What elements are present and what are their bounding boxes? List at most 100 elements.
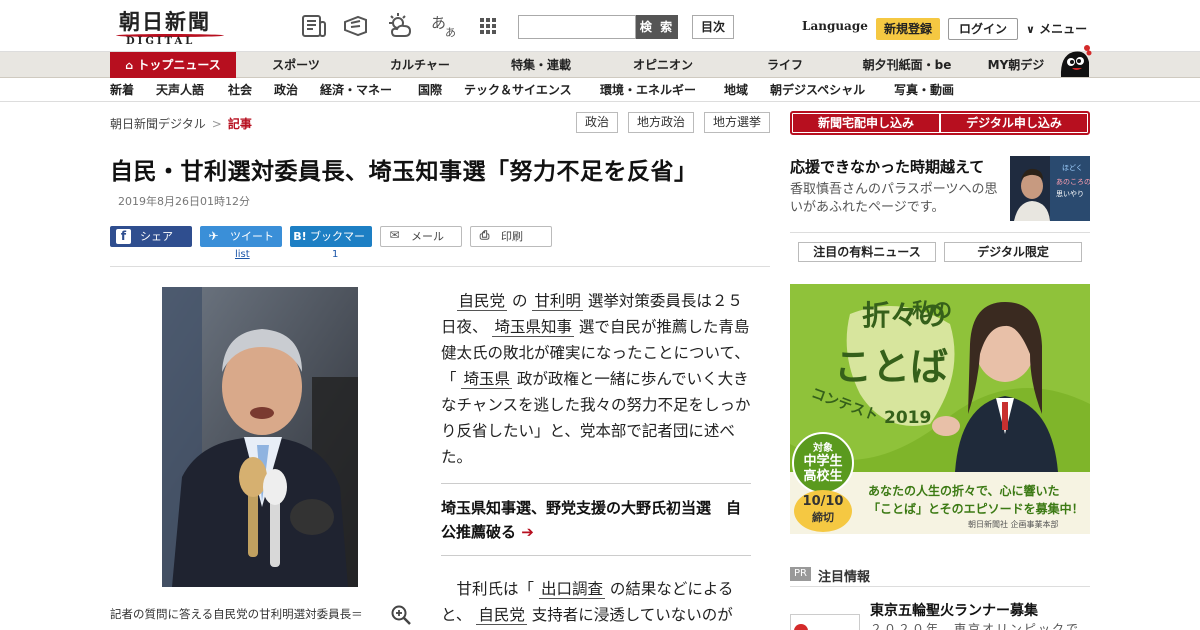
ad-year: 2019 xyxy=(884,408,932,428)
nav-item-paper-be[interactable]: 朝夕刊紙面・be xyxy=(854,52,960,78)
svg-text:あ: あ xyxy=(445,26,456,39)
search-input[interactable] xyxy=(518,15,636,39)
menu-button[interactable]: ∨ メニュー xyxy=(1026,20,1087,37)
subscribe-paper-button[interactable]: 新聞宅配申し込み xyxy=(793,114,939,132)
nav-item-top-news[interactable]: ⌂ トップニュース xyxy=(110,52,236,78)
promo-text[interactable]: 香取慎吾さんのパラスポーツへの思いがあふれたページです。 xyxy=(790,181,1005,217)
breadcrumb-separator: > xyxy=(211,117,222,131)
subnav-item-environment[interactable]: 環境・エネルギー xyxy=(600,78,696,102)
nav-item-features[interactable]: 特集・連載 xyxy=(500,52,582,78)
subnav-item-tensei[interactable]: 天声人語 xyxy=(156,78,204,102)
photo-caption: 記者の質問に答える自民党の甘利明選対委員長＝ xyxy=(110,607,363,621)
ad-deadline-badge: 10/10 締切 xyxy=(794,490,852,532)
ad-sponsor: 朝日新聞社 企画事業本部 xyxy=(968,520,1059,529)
twitter-count-link[interactable]: list xyxy=(235,249,250,260)
subnav-item-photo-video[interactable]: 写真・動画 xyxy=(894,78,954,102)
signup-button[interactable]: 新規登録 xyxy=(876,18,940,40)
facebook-share-button[interactable]: f シェア xyxy=(110,226,192,247)
pr-item-title[interactable]: 東京五輪聖火ランナー募集 xyxy=(870,600,1038,620)
nav-item-culture[interactable]: カルチャー xyxy=(378,52,462,78)
megaphone-icon[interactable] xyxy=(342,12,370,40)
language-link[interactable]: Language xyxy=(802,19,868,33)
tag-local-elections[interactable]: 地方選挙 xyxy=(704,112,770,133)
logo-jp-text: 朝日新聞 xyxy=(119,9,211,34)
pr-item-text[interactable]: ２０２０年、東京オリンピックで xyxy=(870,620,1080,630)
login-button[interactable]: ログイン xyxy=(948,18,1018,40)
promo-image[interactable]: ほどく あのころの 思いやり xyxy=(1010,156,1090,221)
nav-item-opinion[interactable]: オピニオン xyxy=(622,52,704,78)
body-text: 甘利氏は「 xyxy=(456,580,539,598)
newspaper-icon[interactable] xyxy=(300,12,328,40)
promo-title[interactable]: 応援できなかった時期越えて xyxy=(790,156,984,177)
svg-text:思いやり: 思いやり xyxy=(1056,190,1084,198)
subnav-item-politics[interactable]: 政治 xyxy=(274,78,298,102)
subnav-item-economy[interactable]: 経済・マネー xyxy=(320,78,392,102)
subnav-item-society[interactable]: 社会 xyxy=(228,78,252,102)
font-size-icon[interactable]: あ あ xyxy=(430,12,458,40)
mascot-icon xyxy=(1060,45,1092,77)
related-article-title: 埼玉県知事選、野党支援の大野氏初当選 自公推薦破る xyxy=(441,499,742,541)
pr-badge: PR xyxy=(790,567,811,581)
article-paragraph-1: 自民党 の 甘利明 選挙対策委員長は２５日夜、 埼玉県知事 選で自民が推薦した青… xyxy=(441,288,751,470)
contest-ad-banner[interactable]: 私の 折々の ことば コンテスト 2019 対象 中学生 高校生 10/10 締… xyxy=(790,284,1090,534)
article-photo[interactable] xyxy=(162,287,358,587)
keyword-link[interactable]: 自民党 xyxy=(456,292,508,311)
printer-icon: ⎙ xyxy=(479,228,490,242)
site-logo[interactable]: 朝日新聞 DIGITAL xyxy=(110,6,228,48)
search-button[interactable]: 検 索 xyxy=(636,15,678,39)
politician-photo-illustration xyxy=(162,287,358,587)
hatena-count: 1 xyxy=(332,249,339,260)
ad-target-2: 高校生 xyxy=(803,469,843,484)
hatena-b-icon: B! xyxy=(293,230,307,243)
share-label: 印刷 xyxy=(501,230,523,243)
grid-menu-icon[interactable] xyxy=(474,12,502,40)
sub-nav: 新着 天声人語 社会 政治 経済・マネー 国際 テック＆サイエンス 環境・エネル… xyxy=(0,78,1200,102)
breadcrumb-home[interactable]: 朝日新聞デジタル xyxy=(110,117,206,131)
subnav-item-tech[interactable]: テック＆サイエンス xyxy=(464,78,572,102)
pr-divider xyxy=(790,586,1090,587)
article-paragraph-2: 甘利氏は「 出口調査 の結果などによると、 自民党 支持者に浸透していないのが xyxy=(441,576,751,628)
keyword-link[interactable]: 自民党 xyxy=(476,606,527,625)
ad-target-1: 中学生 xyxy=(803,454,843,469)
svg-text:ほどく: ほどく xyxy=(1062,164,1083,172)
promo-photo-illustration: ほどく あのころの 思いやり xyxy=(1010,156,1090,221)
pr-section-title: 注目情報 xyxy=(818,570,871,585)
subnav-item-international[interactable]: 国際 xyxy=(418,78,442,102)
arrow-right-icon: ➔ xyxy=(521,523,534,541)
tab-digital-exclusive[interactable]: デジタル限定 xyxy=(944,242,1082,262)
breadcrumb: 朝日新聞デジタル > 記事 xyxy=(110,115,252,132)
tag-local-politics[interactable]: 地方政治 xyxy=(628,112,694,133)
print-button[interactable]: ⎙ 印刷 xyxy=(470,226,552,247)
torch-logo-icon xyxy=(794,624,808,630)
twitter-share-button[interactable]: ✈ ツイート xyxy=(200,226,282,247)
keyword-link[interactable]: 埼玉県知事 xyxy=(492,318,574,337)
tab-featured-paid-news[interactable]: 注目の有料ニュース xyxy=(798,242,936,262)
pr-item-thumbnail[interactable] xyxy=(790,614,860,630)
subnav-item-special[interactable]: 朝デジスペシャル xyxy=(770,78,865,102)
nav-item-my-asahi[interactable]: MY朝デジ xyxy=(980,52,1052,78)
breadcrumb-current: 記事 xyxy=(227,117,252,131)
zoom-in-icon[interactable] xyxy=(390,604,412,626)
tag-politics[interactable]: 政治 xyxy=(576,112,618,133)
sidebar-divider xyxy=(790,232,1090,233)
site-header: 朝日新聞 DIGITAL あ あ 検 索 目次 Language 新規登録 ログ… xyxy=(0,0,1200,52)
subscribe-digital-button[interactable]: デジタル申し込み xyxy=(941,114,1087,132)
ad-tagline-2: 「ことば」とそのエピソードを募集中！ xyxy=(868,502,1084,516)
related-article-link[interactable]: 埼玉県知事選、野党支援の大野氏初当選 自公推薦破る ➔ xyxy=(441,483,751,556)
ad-target-badge: 対象 中学生 高校生 xyxy=(792,432,854,494)
toc-button[interactable]: 目次 xyxy=(692,15,734,39)
article-date: 2019年8月26日01時12分 xyxy=(118,195,250,208)
subnav-item-region[interactable]: 地域 xyxy=(724,78,748,102)
keyword-link[interactable]: 甘利明 xyxy=(532,292,583,311)
article-headline: 自民・甘利選対委員長、埼玉知事選「努力不足を反省」 xyxy=(110,159,698,185)
keyword-link[interactable]: 埼玉県 xyxy=(461,370,512,389)
weather-icon[interactable] xyxy=(386,12,414,40)
mail-share-button[interactable]: ✉ メール xyxy=(380,226,462,247)
hatena-bookmark-button[interactable]: B! ブックマーク xyxy=(290,226,372,264)
keyword-link[interactable]: 出口調査 xyxy=(538,580,605,599)
subscribe-box: 新聞宅配申し込み デジタル申し込み xyxy=(790,111,1090,135)
ad-oriori: 折々の xyxy=(862,299,947,332)
nav-item-sports[interactable]: スポーツ xyxy=(258,52,334,78)
nav-item-life[interactable]: ライフ xyxy=(758,52,812,78)
subnav-item-latest[interactable]: 新着 xyxy=(110,78,134,102)
